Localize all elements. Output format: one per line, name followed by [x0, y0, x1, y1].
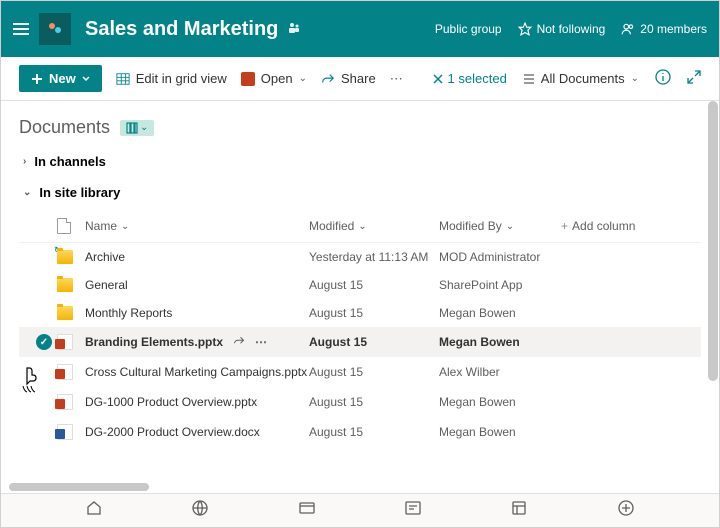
open-button[interactable]: Open ⌄: [241, 71, 307, 86]
file-name[interactable]: Branding Elements.pptx: [85, 335, 223, 349]
modified-by-cell: Megan Bowen: [439, 335, 589, 349]
column-add[interactable]: +Add column: [561, 218, 635, 234]
teams-icon[interactable]: [286, 20, 302, 39]
word-icon: [57, 424, 73, 440]
table-row[interactable]: Monthly Reports August 15Megan Bowen: [19, 299, 701, 327]
modified-by-cell: SharePoint App: [439, 278, 589, 292]
section-in-channels[interactable]: ›In channels: [23, 154, 701, 169]
file-list: ↻ArchiveYesterday at 11:13 AMMOD Adminis…: [19, 243, 701, 447]
powerpoint-icon: [57, 364, 73, 380]
share-button[interactable]: Share: [321, 71, 376, 86]
header-right: Public group Not following 20 members: [435, 22, 707, 36]
breadcrumb: Documents ⌄: [19, 117, 701, 138]
modified-cell: August 15: [309, 278, 439, 292]
column-headers: Name⌄ Modified⌄ Modified By⌄ +Add column: [19, 210, 701, 243]
library-icon[interactable]: [298, 499, 316, 522]
tiles-toggle-icon[interactable]: ⌄: [120, 120, 154, 136]
table-row[interactable]: Cross Cultural Marketing Campaigns.pptxA…: [19, 357, 701, 387]
info-icon[interactable]: [655, 69, 671, 88]
selected-check-icon[interactable]: ✓: [36, 334, 52, 350]
modified-cell: August 15: [309, 365, 439, 379]
folder-icon: [57, 250, 73, 264]
more-actions-icon[interactable]: ⋯: [390, 71, 403, 87]
globe-icon[interactable]: [191, 499, 209, 522]
folder-icon: [57, 306, 73, 320]
column-type-icon[interactable]: [57, 218, 85, 234]
public-group-label: Public group: [435, 22, 502, 36]
modified-cell: August 15: [309, 395, 439, 409]
file-name[interactable]: Cross Cultural Marketing Campaigns.pptx: [85, 365, 307, 379]
more-row-icon[interactable]: ⋯: [255, 335, 267, 349]
command-bar: New Edit in grid view Open ⌄ Share ⋯ 1 s…: [1, 57, 719, 101]
add-icon[interactable]: [617, 499, 635, 522]
expand-icon[interactable]: [687, 70, 701, 87]
not-following-button[interactable]: Not following: [518, 22, 606, 36]
horizontal-scrollbar[interactable]: [9, 483, 707, 493]
bottom-nav: [1, 493, 719, 527]
powerpoint-icon: [57, 394, 73, 410]
site-logo[interactable]: [39, 13, 71, 45]
powerpoint-icon: [57, 334, 73, 350]
view-selector[interactable]: All Documents ⌄: [523, 71, 639, 86]
modified-cell: August 15: [309, 425, 439, 439]
modified-cell: August 15: [309, 335, 439, 349]
folder-icon: [57, 278, 73, 292]
table-row[interactable]: General August 15SharePoint App: [19, 271, 701, 299]
content-area: Documents ⌄ ›In channels ⌄In site librar…: [1, 101, 719, 495]
column-modified[interactable]: Modified⌄: [309, 218, 439, 234]
home-icon[interactable]: [85, 499, 103, 522]
file-name[interactable]: DG-1000 Product Overview.pptx: [85, 395, 257, 409]
column-name[interactable]: Name⌄: [85, 218, 309, 234]
column-modified-by[interactable]: Modified By⌄: [439, 218, 561, 234]
site-header: Sales and Marketing Public group Not fol…: [1, 1, 719, 57]
share-row-icon[interactable]: [233, 335, 245, 350]
modified-by-cell: Alex Wilber: [439, 365, 589, 379]
selected-count[interactable]: 1 selected: [432, 71, 507, 86]
modified-cell: August 15: [309, 306, 439, 320]
hamburger-menu-icon[interactable]: [13, 23, 29, 35]
modified-by-cell: Megan Bowen: [439, 425, 589, 439]
members-button[interactable]: 20 members: [621, 22, 707, 36]
modified-by-cell: Megan Bowen: [439, 306, 589, 320]
table-row[interactable]: ✓ Branding Elements.pptx ⋯ August 15Megan B…: [19, 327, 701, 357]
edit-grid-button[interactable]: Edit in grid view: [116, 71, 227, 86]
page-title[interactable]: Documents: [19, 117, 110, 138]
vertical-scrollbar[interactable]: [708, 101, 718, 381]
table-row[interactable]: DG-1000 Product Overview.pptx August 15Me…: [19, 387, 701, 417]
new-button[interactable]: New: [19, 65, 102, 92]
site-title[interactable]: Sales and Marketing: [85, 18, 278, 41]
modified-by-cell: Megan Bowen: [439, 395, 589, 409]
file-name[interactable]: DG-2000 Product Overview.docx: [85, 425, 260, 439]
file-name[interactable]: Monthly Reports: [85, 306, 172, 320]
section-in-site-library[interactable]: ⌄In site library: [23, 185, 701, 200]
news-icon[interactable]: [404, 499, 422, 522]
table-row[interactable]: ↻ArchiveYesterday at 11:13 AMMOD Adminis…: [19, 243, 701, 271]
list-icon[interactable]: [510, 499, 528, 522]
file-name[interactable]: Archive: [85, 250, 125, 264]
table-row[interactable]: DG-2000 Product Overview.docx August 15Me…: [19, 417, 701, 447]
modified-cell: Yesterday at 11:13 AM: [309, 250, 439, 264]
modified-by-cell: MOD Administrator: [439, 250, 589, 264]
file-name[interactable]: General: [85, 278, 128, 292]
